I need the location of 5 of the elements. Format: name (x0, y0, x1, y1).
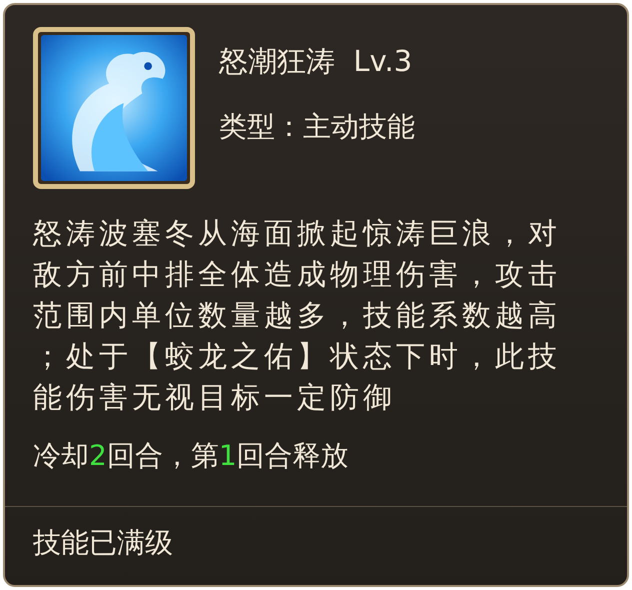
skill-description: 怒涛波塞冬从海面掀起惊涛巨浪，对敌方前中排全体造成物理伤害，攻击范围内单位数量越多，技能系数越高；处于【蛟龙之佑】状态下时，此技能伤害无视目标一定防御 (33, 215, 562, 416)
skill-type: 类型：主动技能 (219, 109, 415, 145)
skill-title: 怒潮狂涛 Lv.3 (219, 43, 414, 79)
cooldown-text: 冷却2回合，第1回合释放 (33, 438, 350, 474)
max-level-text: 技能已满级 (33, 525, 174, 561)
